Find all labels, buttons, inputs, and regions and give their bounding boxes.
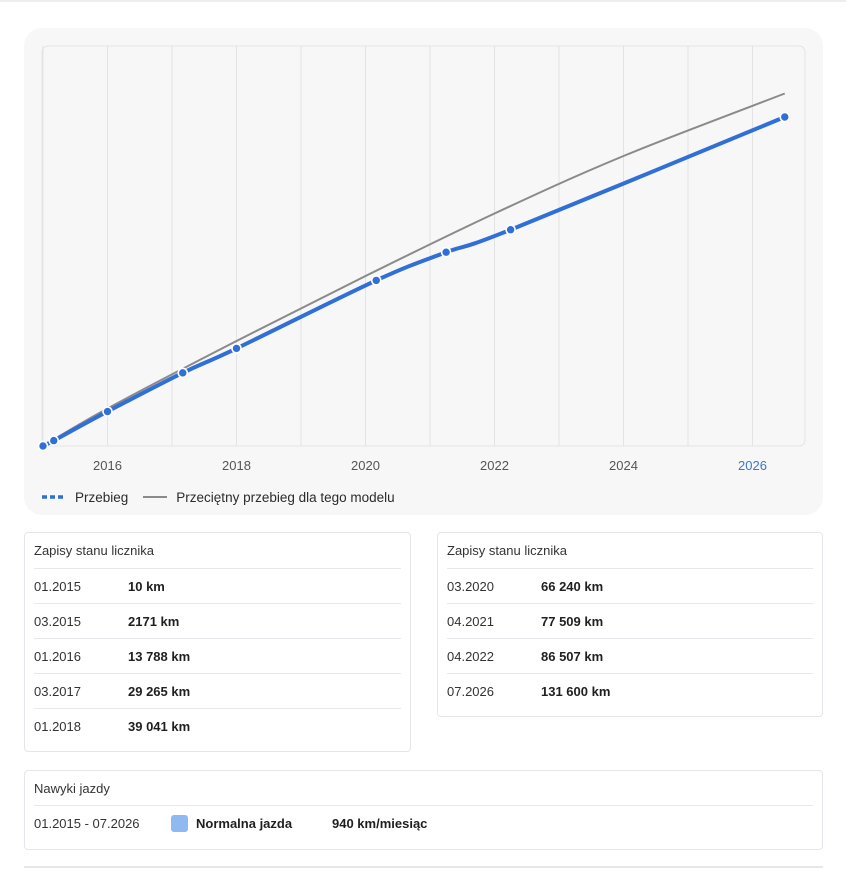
x-tick-label: 2022 <box>480 458 509 473</box>
data-point[interactable] <box>177 367 189 379</box>
data-point[interactable] <box>102 406 113 417</box>
driving-habit-row: 01.2015 - 07.2026 Normalna jazda 940 km/… <box>34 805 813 840</box>
driving-habits-card: Nawyki jazdy 01.2015 - 07.2026 Normalna … <box>24 770 823 850</box>
table-row: 03.2015 2171 km <box>34 603 401 638</box>
legend-label-mileage: Przebieg <box>75 489 129 505</box>
table-row: 03.2020 66 240 km <box>447 568 813 603</box>
table-row: 01.2018 39 041 km <box>34 708 401 743</box>
records-right-title: Zapisy stanu licznika <box>447 543 567 558</box>
table-row: 07.2026 131 600 km <box>447 673 813 708</box>
table-row: 04.2021 77 509 km <box>447 603 813 638</box>
top-divider <box>0 0 846 2</box>
table-row: 01.2016 13 788 km <box>34 638 401 673</box>
record-km: 86 507 km <box>541 649 604 664</box>
habit-rate: 940 km/miesiąc <box>332 816 428 831</box>
record-date: 03.2015 <box>34 614 81 629</box>
record-date: 01.2018 <box>34 719 81 734</box>
mileage-chart: 2016 2018 2020 2022 2024 2026 <box>37 45 806 473</box>
table-row: 04.2022 86 507 km <box>447 638 813 673</box>
record-date: 07.2026 <box>447 684 494 699</box>
data-point[interactable] <box>779 111 791 123</box>
legend-dashed-line-icon <box>42 495 66 499</box>
x-tick-label: 2020 <box>351 458 380 473</box>
record-date: 03.2020 <box>447 579 494 594</box>
record-km: 29 265 km <box>128 684 191 699</box>
legend-item-average[interactable]: Przeciętny przebieg dla tego modelu <box>142 489 395 505</box>
data-point[interactable] <box>505 224 516 236</box>
record-date: 04.2021 <box>447 614 494 629</box>
record-km: 77 509 km <box>541 614 604 629</box>
habit-period: 01.2015 - 07.2026 <box>34 816 140 831</box>
record-date: 01.2015 <box>34 579 81 594</box>
data-point[interactable] <box>37 440 49 452</box>
mileage-chart-card: 2016 2018 2020 2022 2024 2026 Przebieg Przeci… <box>24 28 823 515</box>
record-km: 13 788 km <box>128 649 191 664</box>
legend-label-average: Przeciętny przebieg dla tego modelu <box>176 489 395 505</box>
record-km: 66 240 km <box>541 579 604 594</box>
legend-line-icon <box>143 496 168 498</box>
x-tick-label: 2018 <box>222 458 251 473</box>
records-left-title: Zapisy stanu licznika <box>34 543 154 558</box>
odometer-records-right: Zapisy stanu licznika 03.2020 66 240 km … <box>437 532 823 717</box>
habit-color-swatch <box>171 815 188 832</box>
record-date: 01.2016 <box>34 649 81 664</box>
record-km: 39 041 km <box>128 719 191 734</box>
driving-habits-title: Nawyki jazdy <box>34 781 110 796</box>
x-tick-label: 2016 <box>93 458 122 473</box>
record-km: 131 600 km <box>541 684 611 699</box>
data-point[interactable] <box>231 343 242 354</box>
bottom-divider <box>24 866 823 868</box>
x-tick-label: 2026 <box>738 458 767 473</box>
odometer-records-left: Zapisy stanu licznika 01.2015 10 km 03.2… <box>24 532 411 752</box>
habit-type: Normalna jazda <box>196 816 293 831</box>
record-date: 03.2017 <box>34 684 81 699</box>
data-point[interactable] <box>48 435 60 446</box>
record-km: 10 km <box>128 579 165 594</box>
chart-legend: Przebieg Przeciętny przebieg dla tego mo… <box>41 488 409 506</box>
table-row: 03.2017 29 265 km <box>34 673 401 708</box>
table-row: 01.2015 10 km <box>34 568 401 603</box>
record-date: 04.2022 <box>447 649 494 664</box>
record-km: 2171 km <box>128 614 180 629</box>
data-point[interactable] <box>440 246 452 258</box>
x-tick-label: 2024 <box>609 458 638 473</box>
data-point[interactable] <box>370 275 382 286</box>
legend-item-mileage[interactable]: Przebieg <box>41 490 128 505</box>
